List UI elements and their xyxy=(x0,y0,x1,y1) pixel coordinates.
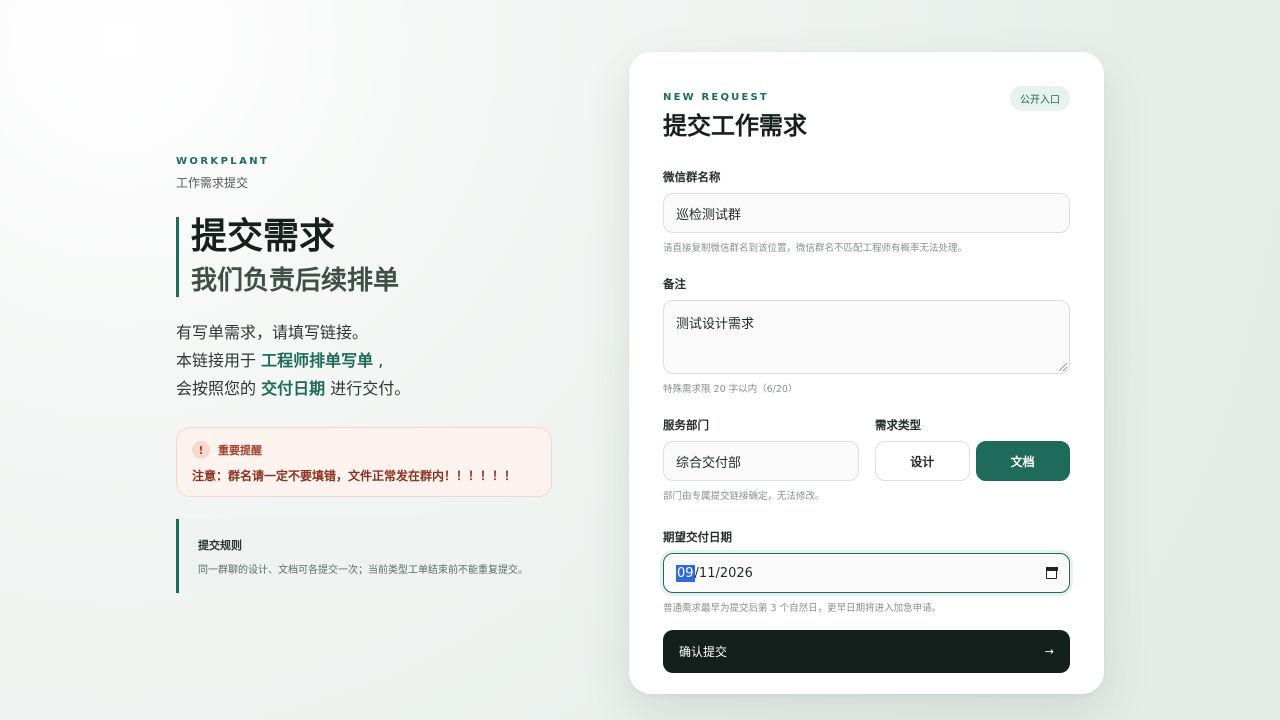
important-alert: ! 重要提醒 注意：群名请一定不要填错，文件正常发在群内！！！！！！ xyxy=(176,427,552,497)
group-name-label: 微信群名称 xyxy=(663,170,721,184)
form-header: NEW REQUEST 公开入口 提交工作需求 xyxy=(663,86,1070,141)
department-label: 服务部门 xyxy=(663,418,709,432)
due-date-label: 期望交付日期 xyxy=(663,530,732,544)
department-type-row: 服务部门 综合交付部 需求类型 设计 文档 xyxy=(663,417,1070,481)
description-text: 本链接用于 xyxy=(176,351,262,370)
submit-label: 确认提交 xyxy=(679,645,728,659)
submission-rules: 提交规则 同一群聊的设计、文档可各提交一次；当前类型工单结束前不能重复提交。 xyxy=(176,519,560,593)
description-emphasis: 交付日期 xyxy=(261,379,326,398)
form-eyebrow: NEW REQUEST xyxy=(663,92,769,103)
alert-title: 重要提醒 xyxy=(218,444,262,457)
rules-text: 同一群聊的设计、文档可各提交一次；当前类型工单结束前不能重复提交。 xyxy=(198,565,528,576)
due-date-hint: 普通需求最早为提交后第 3 个自然日，更早日期将进入加急申请。 xyxy=(663,603,942,614)
intro-panel: WORKPLANT 工作需求提交 提交需求 我们负责后续排单 有写单需求，请填写… xyxy=(176,150,560,593)
alert-text: 注意：群名请一定不要填错，文件正常发在群内！！！！！！ xyxy=(192,469,517,483)
description-text: 进行交付。 xyxy=(325,379,411,398)
notes-label: 备注 xyxy=(663,277,686,291)
notes-group: 备注 测试设计需求 特殊需求限 20 字以内（6/20） xyxy=(663,276,1070,395)
request-type-label: 需求类型 xyxy=(875,418,921,432)
due-date-rest: /11/2026 xyxy=(694,565,753,581)
calendar-icon[interactable] xyxy=(1045,567,1058,579)
hero: 提交需求 我们负责后续排单 xyxy=(176,217,560,297)
description: 有写单需求，请填写链接。 本链接用于 工程师排单写单 , 会按照您的 交付日期 … xyxy=(176,319,560,403)
type-document-button[interactable]: 文档 xyxy=(975,441,1070,481)
description-line-3: 会按照您的 交付日期 进行交付。 xyxy=(176,375,560,403)
description-emphasis: 工程师排单写单 xyxy=(261,351,374,370)
department-hint: 部门由专属提交链接确定，无法修改。 xyxy=(663,491,825,502)
description-text: , xyxy=(373,351,384,370)
notes-hint: 特殊需求限 20 字以内（6/20） xyxy=(663,384,798,395)
description-text: 会按照您的 xyxy=(176,379,262,398)
alert-header: ! 重要提醒 xyxy=(192,441,536,459)
description-line-1: 有写单需求，请填写链接。 xyxy=(176,323,369,342)
form-title: 提交工作需求 xyxy=(663,112,807,140)
exclamation-icon: ! xyxy=(192,441,210,459)
notes-value: 测试设计需求 xyxy=(676,317,755,332)
request-form-card: NEW REQUEST 公开入口 提交工作需求 微信群名称 巡检测试群 请直接复… xyxy=(629,52,1104,694)
submit-button[interactable]: 确认提交 → xyxy=(663,630,1070,673)
request-type-group: 需求类型 设计 文档 xyxy=(875,417,1070,481)
hero-title: 提交需求 xyxy=(191,216,336,257)
public-entry-badge: 公开入口 xyxy=(1010,86,1070,111)
description-line-2: 本链接用于 工程师排单写单 , xyxy=(176,347,560,375)
resize-handle-icon[interactable] xyxy=(1059,363,1067,371)
arrow-right-icon: → xyxy=(1044,645,1054,658)
due-date-value: 09/11/2026 xyxy=(676,564,753,582)
department-field: 综合交付部 xyxy=(663,441,859,481)
hero-subtitle: 我们负责后续排单 xyxy=(191,266,400,296)
due-date-group: 期望交付日期 09/11/2026 普通需求最早为提交后第 3 个自然日，更早日… xyxy=(663,529,1070,614)
group-name-input[interactable]: 巡检测试群 xyxy=(663,193,1070,233)
department-group: 服务部门 综合交付部 xyxy=(663,417,859,481)
type-design-button[interactable]: 设计 xyxy=(875,441,970,481)
request-type-toggle: 设计 文档 xyxy=(875,441,1070,481)
brand-name: WORKPLANT xyxy=(176,156,270,167)
due-date-input[interactable]: 09/11/2026 xyxy=(663,553,1070,593)
brand-subtitle: 工作需求提交 xyxy=(176,176,249,190)
due-date-month: 09 xyxy=(676,564,695,582)
group-name-group: 微信群名称 巡检测试群 请直接复制微信群名到该位置，微信群名不匹配工程师有概率无… xyxy=(663,169,1070,254)
group-name-hint: 请直接复制微信群名到该位置，微信群名不匹配工程师有概率无法处理。 xyxy=(663,243,968,254)
rules-title: 提交规则 xyxy=(198,539,242,552)
notes-textarea[interactable]: 测试设计需求 xyxy=(663,300,1070,374)
